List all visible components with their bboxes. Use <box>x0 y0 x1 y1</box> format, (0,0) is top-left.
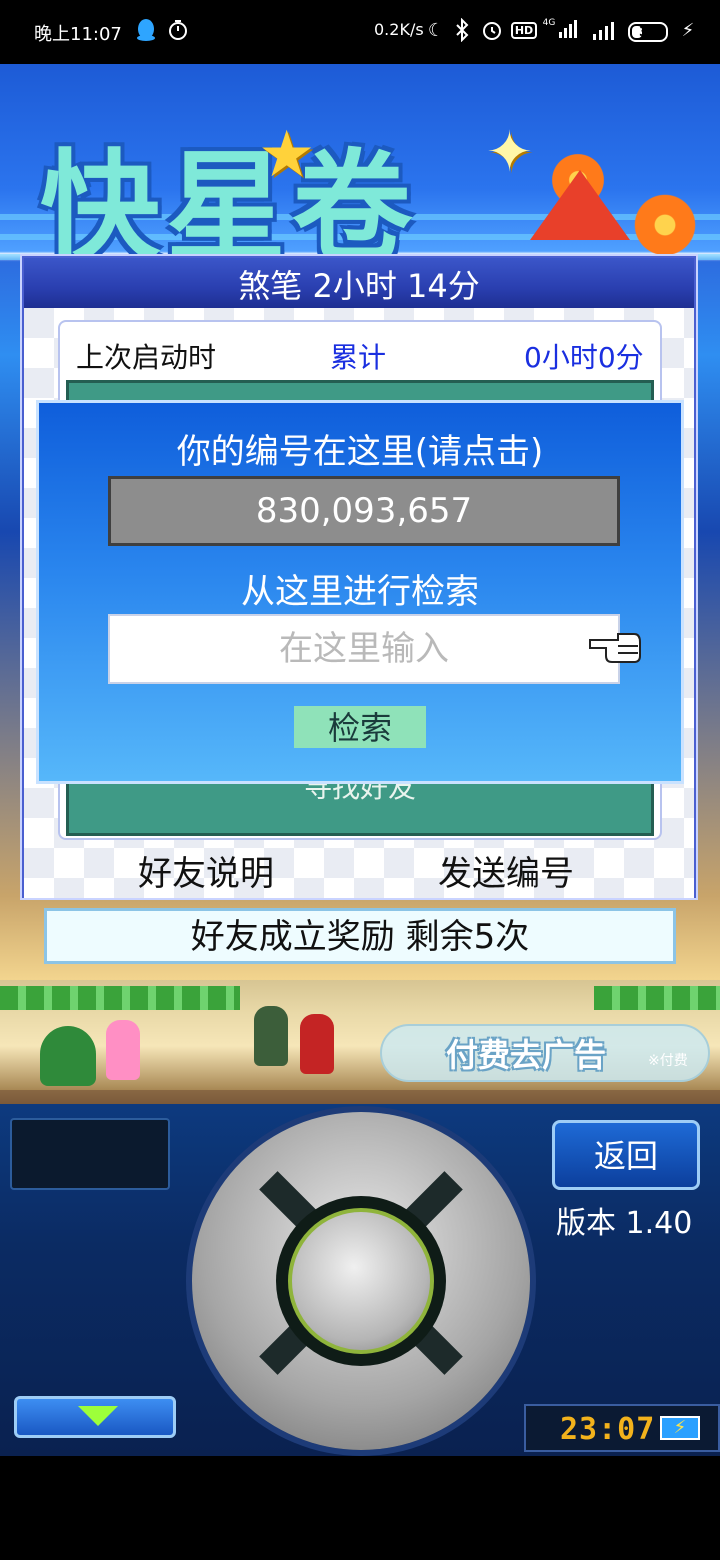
pointing-hand-icon <box>588 630 642 666</box>
flower-icon <box>630 190 700 260</box>
remove-ads-label: 付费去广告 <box>446 1036 607 1074</box>
panel-title: 煞笔 2小时 14分 <box>24 258 694 308</box>
hedge <box>594 986 720 1010</box>
character-sprite <box>254 1006 288 1066</box>
qq-penguin-icon <box>134 18 158 42</box>
star-icon: ✦ <box>486 120 533 185</box>
search-label: 从这里进行检索 <box>241 572 479 612</box>
character-sprite <box>106 1020 140 1080</box>
network-speed: 0.2K/s <box>374 20 424 39</box>
last-start-label: 上次启动时 <box>76 341 217 374</box>
down-arrow-icon <box>78 1406 118 1426</box>
network-type: 4G <box>542 18 556 28</box>
friend-explain-button[interactable]: 好友说明 <box>138 846 274 895</box>
dpad-center-button[interactable] <box>288 1208 434 1354</box>
navigation-area <box>0 1456 720 1560</box>
battery-level: 31 <box>638 24 658 40</box>
timer-icon <box>166 18 190 42</box>
charging-icon: ⚡ <box>681 19 695 41</box>
status-bar: 晚上11:07 0.2K/s ☾ HD 4G 31 ⚡ <box>0 0 720 64</box>
star-icon: ★ <box>258 118 316 192</box>
signal-icon: 4G <box>542 18 582 42</box>
bush-sprite <box>40 1026 96 1086</box>
search-input[interactable] <box>108 614 620 684</box>
alarm-icon <box>480 18 504 42</box>
info-slot <box>10 1118 170 1190</box>
moon-icon: ☾ <box>427 19 445 41</box>
total-value: 0小时0分 <box>524 341 644 374</box>
character-sprite <box>300 1014 334 1074</box>
version-label: 版本 1.40 <box>556 1206 693 1241</box>
total-label: 累计 <box>330 341 387 374</box>
game-clock: 23:07 <box>560 1412 656 1447</box>
battery-icon: 31 <box>628 22 668 42</box>
search-button[interactable]: 检索 <box>294 706 426 748</box>
friend-id-value[interactable]: 830,093,657 <box>108 476 620 546</box>
battery-bolt-icon: ⚡ <box>660 1416 700 1440</box>
send-id-button[interactable]: 发送编号 <box>438 846 574 895</box>
hd-icon: HD <box>510 18 538 42</box>
dialog-title: 你的编号在这里(请点击) <box>176 432 544 472</box>
friend-reward-bar: 好友成立奖励 剩余5次 <box>44 908 676 964</box>
back-button[interactable]: 返回 <box>552 1120 700 1190</box>
status-time: 晚上11:07 <box>34 24 122 45</box>
signal-icon <box>590 18 620 42</box>
bluetooth-icon <box>450 18 474 42</box>
mountain-icon <box>530 170 630 240</box>
remove-ads-note: ※付费 <box>648 1053 688 1069</box>
hedge <box>0 986 240 1010</box>
